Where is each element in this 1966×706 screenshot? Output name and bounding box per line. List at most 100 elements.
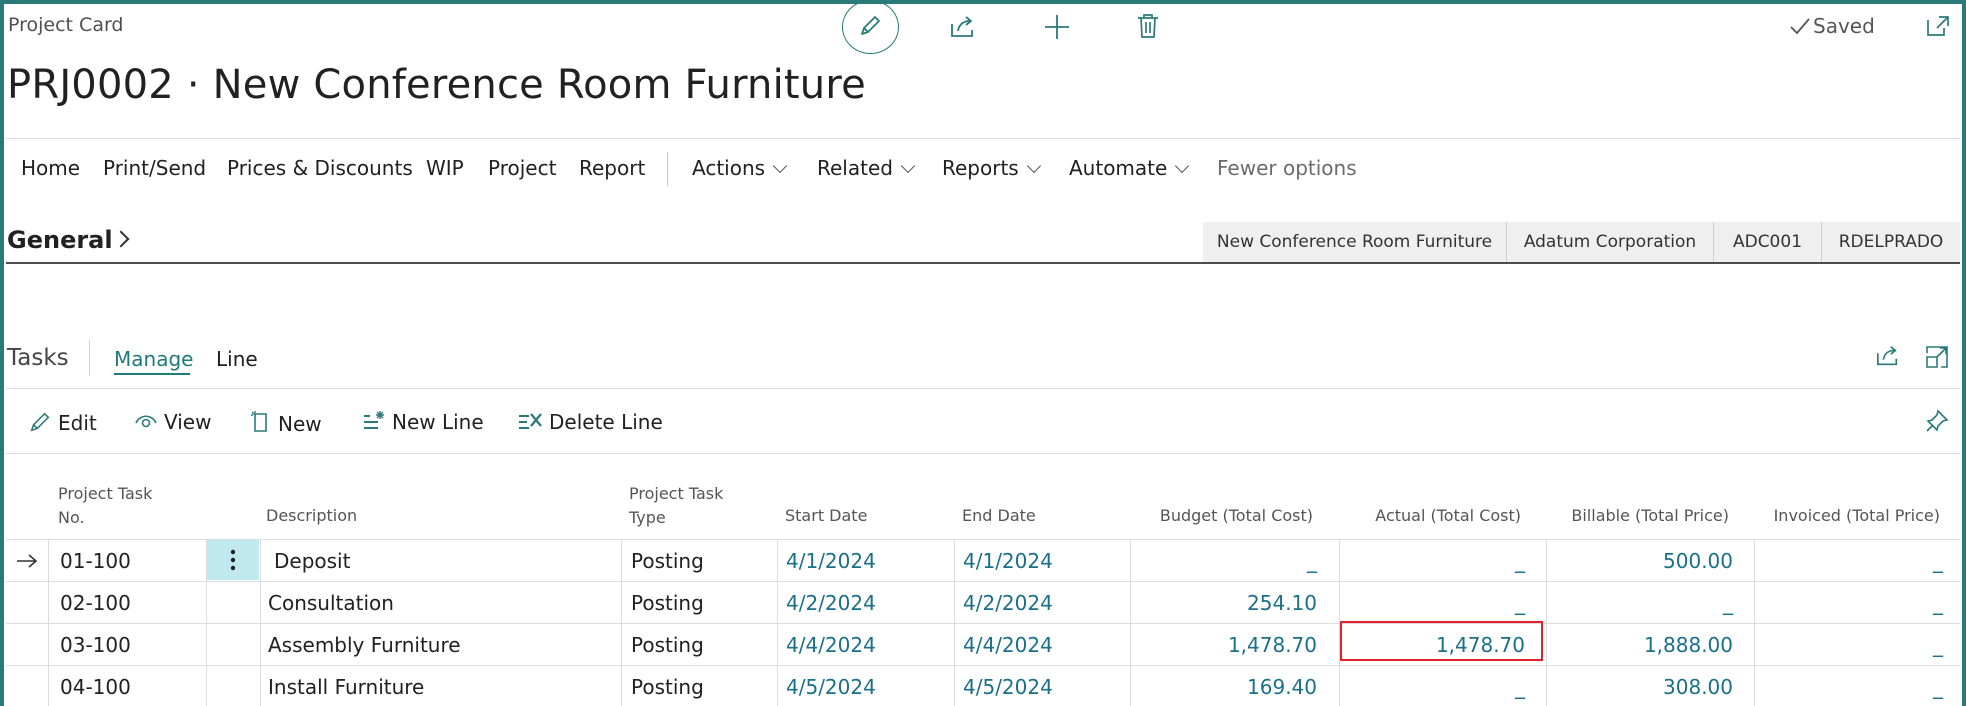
cell-start-date[interactable]: 4/4/2024 — [786, 633, 876, 657]
menu-actions[interactable]: Actions — [692, 156, 788, 180]
menu-print-send[interactable]: Print/Send — [103, 156, 206, 180]
cell-invoiced[interactable]: _ — [1755, 549, 1943, 573]
menu-report[interactable]: Report — [579, 156, 645, 180]
cell-task-no[interactable]: 02-100 — [60, 591, 131, 615]
cell-actual[interactable]: _ — [1340, 549, 1525, 573]
tasks-separator — [89, 340, 90, 376]
col-divider — [48, 540, 49, 706]
view-action[interactable]: View — [134, 410, 211, 434]
menu-reports[interactable]: Reports — [942, 156, 1041, 180]
new-action-label: New — [278, 412, 322, 436]
cell-actual[interactable]: _ — [1340, 591, 1525, 615]
cell-description[interactable]: Consultation — [268, 591, 394, 615]
header-task-type-line1: Project Task — [629, 484, 724, 503]
expand-icon[interactable] — [1925, 14, 1951, 38]
page-caption: Project Card — [8, 14, 124, 36]
chevron-down-icon — [900, 158, 916, 174]
cell-description[interactable]: Deposit — [274, 549, 350, 573]
cell-budget[interactable]: 169.40 — [1130, 675, 1317, 699]
cell-description[interactable]: Assembly Furniture — [268, 633, 461, 657]
header-start-date[interactable]: Start Date — [785, 504, 867, 528]
tab-line[interactable]: Line — [216, 347, 258, 371]
header-actual[interactable]: Actual (Total Cost) — [1340, 504, 1521, 528]
cell-start-date[interactable]: 4/5/2024 — [786, 675, 876, 699]
cell-type[interactable]: Posting — [631, 633, 704, 657]
cell-start-date[interactable]: 4/2/2024 — [786, 591, 876, 615]
header-billable[interactable]: Billable (Total Price) — [1546, 504, 1729, 528]
pin-icon[interactable] — [1924, 408, 1950, 434]
header-task-no[interactable]: Project Task No. — [58, 482, 152, 530]
menu-home[interactable]: Home — [21, 156, 80, 180]
cell-budget[interactable]: 1,478.70 — [1130, 633, 1317, 657]
cell-invoiced[interactable]: _ — [1755, 633, 1943, 657]
cell-budget[interactable]: _ — [1130, 549, 1317, 573]
current-row-arrow-icon — [17, 554, 38, 568]
new-line-action[interactable]: New Line — [362, 410, 484, 434]
menu-prices-discounts[interactable]: Prices & Discounts — [227, 156, 413, 180]
cell-task-no[interactable]: 04-100 — [60, 675, 131, 699]
menu-related[interactable]: Related — [817, 156, 916, 180]
delete-line-icon — [519, 413, 542, 429]
cell-billable[interactable]: _ — [1546, 591, 1733, 615]
cell-invoiced[interactable]: _ — [1755, 675, 1943, 699]
menu-fewer-options[interactable]: Fewer options — [1217, 156, 1357, 180]
tab-manage[interactable]: Manage — [114, 347, 193, 371]
page-title: PRJ0002 · New Conference Room Furniture — [7, 62, 866, 108]
header-task-type[interactable]: Project Task Type — [629, 482, 723, 530]
share-icon[interactable] — [1874, 344, 1902, 368]
chip-project-description: New Conference Room Furniture — [1203, 222, 1506, 262]
cell-type[interactable]: Posting — [631, 675, 704, 699]
general-rule — [6, 262, 1960, 264]
col-divider — [621, 540, 622, 706]
header-invoiced[interactable]: Invoiced (Total Price) — [1755, 504, 1940, 528]
toolbar-divider — [6, 453, 1960, 454]
new-action[interactable]: New — [250, 410, 322, 436]
view-action-label: View — [164, 410, 212, 434]
row-actions-cell[interactable] — [207, 540, 259, 580]
menu-automate[interactable]: Automate — [1069, 156, 1190, 180]
cell-invoiced[interactable]: _ — [1755, 591, 1943, 615]
general-section-toggle[interactable]: General — [7, 226, 130, 254]
cell-start-date[interactable]: 4/1/2024 — [786, 549, 876, 573]
cell-billable[interactable]: 500.00 — [1546, 549, 1733, 573]
new-document-icon — [251, 411, 267, 432]
chevron-down-icon — [1026, 158, 1041, 174]
share-icon[interactable] — [948, 14, 978, 40]
header-end-date[interactable]: End Date — [962, 504, 1036, 528]
plus-icon[interactable] — [1043, 13, 1071, 41]
edit-button[interactable] — [842, 0, 899, 54]
edit-pencil-icon — [861, 16, 880, 35]
table-row-rule — [6, 623, 1960, 624]
header-budget[interactable]: Budget (Total Cost) — [1130, 504, 1313, 528]
menu-wip[interactable]: WIP — [426, 156, 464, 180]
cell-description[interactable]: Install Furniture — [268, 675, 424, 699]
cell-billable[interactable]: 1,888.00 — [1546, 633, 1733, 657]
more-options-icon — [230, 549, 236, 571]
cell-type[interactable]: Posting — [631, 591, 704, 615]
cell-end-date[interactable]: 4/5/2024 — [963, 675, 1053, 699]
delete-icon[interactable] — [1136, 12, 1160, 40]
chip-customer: Adatum Corporation — [1507, 222, 1713, 262]
edit-action[interactable]: Edit — [28, 410, 97, 435]
saved-status: Saved — [1813, 14, 1875, 38]
cell-end-date[interactable]: 4/4/2024 — [963, 633, 1053, 657]
cell-task-no[interactable]: 03-100 — [60, 633, 131, 657]
delete-line-action[interactable]: Delete Line — [517, 410, 663, 434]
cell-type[interactable]: Posting — [631, 549, 704, 573]
header-description[interactable]: Description — [266, 504, 357, 528]
focus-mode-icon[interactable] — [1925, 345, 1949, 369]
highlight-box — [1340, 621, 1543, 661]
checkmark-icon — [1790, 18, 1810, 35]
cell-task-no[interactable]: 01-100 — [60, 549, 131, 573]
table-header-rule — [6, 539, 1960, 540]
cell-budget[interactable]: 254.10 — [1130, 591, 1317, 615]
cell-actual[interactable]: _ — [1340, 675, 1525, 699]
cell-end-date[interactable]: 4/2/2024 — [963, 591, 1053, 615]
menu-separator — [667, 152, 668, 186]
cell-billable[interactable]: 308.00 — [1546, 675, 1733, 699]
cell-end-date[interactable]: 4/1/2024 — [963, 549, 1053, 573]
menu-project[interactable]: Project — [488, 156, 556, 180]
edit-pencil-icon — [30, 412, 50, 432]
tasks-header-divider — [6, 388, 1960, 389]
chip-person-responsible: RDELPRADO — [1822, 222, 1960, 262]
